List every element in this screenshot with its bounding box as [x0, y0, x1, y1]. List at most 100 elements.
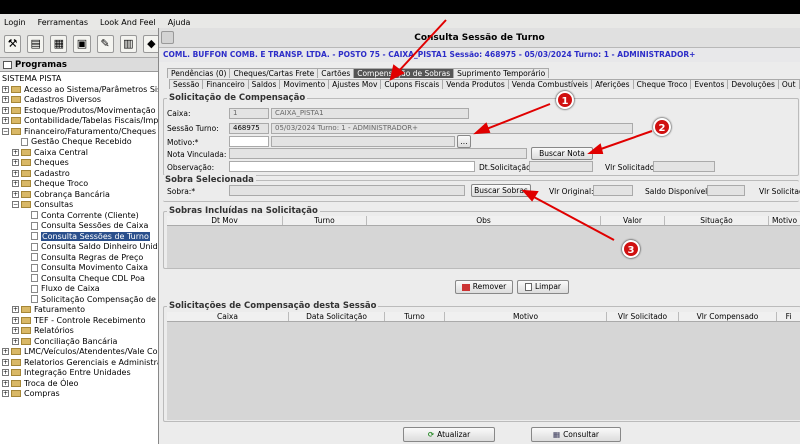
- column-header[interactable]: Vlr Solicitado: [607, 312, 679, 321]
- atualizar-button[interactable]: ⟳ Atualizar: [403, 427, 495, 442]
- expand-icon[interactable]: +: [2, 106, 9, 114]
- column-header[interactable]: Motivo: [445, 312, 607, 321]
- expand-icon[interactable]: +: [12, 316, 19, 324]
- tree-item[interactable]: + Integração Entre Unidades: [0, 368, 159, 379]
- expand-icon[interactable]: +: [12, 337, 19, 345]
- tab[interactable]: Venda Produtos: [442, 79, 509, 89]
- observacao-input[interactable]: [229, 161, 475, 172]
- tree-item[interactable]: Consulta Regras de Preço: [0, 252, 159, 263]
- expand-icon[interactable]: +: [2, 358, 9, 366]
- expand-icon[interactable]: +: [2, 369, 9, 377]
- expand-icon[interactable]: +: [12, 148, 19, 156]
- tab[interactable]: Aferições: [591, 79, 634, 89]
- column-header[interactable]: Fi: [777, 312, 800, 321]
- remover-button[interactable]: Remover: [455, 280, 513, 294]
- tab[interactable]: Eventos: [690, 79, 729, 89]
- column-header[interactable]: Vlr Compensado: [679, 312, 777, 321]
- motivo-code-input[interactable]: [229, 136, 269, 147]
- tree-item[interactable]: + LMC/Veículos/Atendentes/Vale Com: [0, 347, 159, 358]
- tab[interactable]: Compensação de Sobras: [353, 68, 455, 78]
- tab[interactable]: Devoluções: [727, 79, 779, 89]
- column-header[interactable]: Turno: [283, 216, 367, 225]
- expand-icon[interactable]: +: [2, 379, 9, 387]
- buscar-sobras-button[interactable]: Buscar Sobras: [471, 184, 531, 197]
- column-header[interactable]: Motivo: [769, 216, 800, 225]
- tree-item[interactable]: Conta Corrente (Cliente): [0, 210, 159, 221]
- menu-ajuda[interactable]: Ajuda: [168, 18, 191, 27]
- tree-item[interactable]: Consulta Saldo Dinheiro Unid: [0, 242, 159, 253]
- menu-login[interactable]: Login: [4, 18, 26, 27]
- tab[interactable]: Cupons Fiscais: [380, 79, 444, 89]
- expand-icon[interactable]: +: [2, 96, 9, 104]
- tab[interactable]: Saldos: [247, 79, 281, 89]
- tab[interactable]: Suprimento Temporário: [453, 68, 550, 78]
- tree-item[interactable]: Consulta Sessões de Turno: [0, 231, 159, 242]
- tree-item[interactable]: Consulta Movimento Caixa: [0, 263, 159, 274]
- buscar-nota-button[interactable]: Buscar Nota: [531, 147, 593, 160]
- tree-item[interactable]: + Acesso ao Sistema/Parâmetros Sis: [0, 84, 159, 95]
- limpar-button[interactable]: Limpar: [517, 280, 569, 294]
- sobras-incluidas-grid[interactable]: [167, 226, 800, 268]
- tab[interactable]: Cartões: [317, 68, 355, 78]
- tree-item[interactable]: + Cheque Troco: [0, 179, 159, 190]
- column-header[interactable]: Dt Mov: [167, 216, 283, 225]
- document-icon[interactable]: ▤: [27, 34, 45, 53]
- expand-icon[interactable]: +: [2, 348, 9, 356]
- register-icon[interactable]: ▣: [73, 34, 91, 53]
- tree-item[interactable]: Consulta Cheque CDL Poa: [0, 273, 159, 284]
- expand-icon[interactable]: +: [12, 180, 19, 188]
- solicitacoes-grid[interactable]: [167, 322, 800, 420]
- tree-item[interactable]: − Consultas: [0, 200, 159, 211]
- tree-item[interactable]: + Cadastros Diversos: [0, 95, 159, 106]
- tree-item[interactable]: + Caixa Central: [0, 147, 159, 158]
- tree-item[interactable]: + Troca de Óleo: [0, 378, 159, 389]
- expand-icon[interactable]: +: [2, 390, 9, 398]
- tools-icon[interactable]: ⚒: [4, 34, 22, 53]
- tab[interactable]: Cheque Troco: [632, 79, 692, 89]
- tab[interactable]: Pendências (0): [167, 68, 231, 78]
- tab[interactable]: Ajustes Mov: [328, 79, 382, 89]
- tree-item[interactable]: + TEF - Controle Recebimento: [0, 315, 159, 326]
- tab[interactable]: Financeiro: [202, 79, 249, 89]
- tree-item[interactable]: + Cadastro: [0, 168, 159, 179]
- collapse-icon[interactable]: −: [2, 127, 9, 135]
- column-header[interactable]: Obs: [367, 216, 601, 225]
- tree-item[interactable]: + Conciliação Bancária: [0, 336, 159, 347]
- tab[interactable]: Cheques/Cartas Frete: [229, 68, 319, 78]
- close-icon[interactable]: [161, 31, 174, 44]
- tree-item[interactable]: Solicitação Compensação de: [0, 294, 159, 305]
- tab[interactable]: Out: [777, 79, 800, 89]
- collapse-icon[interactable]: −: [12, 201, 19, 209]
- tree-item[interactable]: + Faturamento: [0, 305, 159, 316]
- menu-look-and-feel[interactable]: Look And Feel: [100, 18, 156, 27]
- expand-icon[interactable]: +: [12, 327, 19, 335]
- tree-item[interactable]: + Estoque/Produtos/Movimentação: [0, 105, 159, 116]
- expand-icon[interactable]: +: [2, 85, 9, 93]
- tree-item[interactable]: Fluxo de Caixa: [0, 284, 159, 295]
- report-icon[interactable]: ✎: [96, 34, 114, 53]
- motivo-lookup-button[interactable]: ...: [457, 135, 471, 148]
- column-header[interactable]: Valor: [601, 216, 665, 225]
- tree-item[interactable]: + Cheques: [0, 158, 159, 169]
- menu-ferramentas[interactable]: Ferramentas: [38, 18, 88, 27]
- calculator-icon[interactable]: ▦: [50, 34, 68, 53]
- expand-icon[interactable]: +: [12, 169, 19, 177]
- chart-icon[interactable]: ▥: [119, 34, 137, 53]
- tree-item[interactable]: + Contabilidade/Tabelas Fiscais/Impor: [0, 116, 159, 127]
- tree-item[interactable]: Consulta Sessões de Caixa: [0, 221, 159, 232]
- tab[interactable]: Venda Combustíveis: [507, 79, 593, 89]
- tree-item[interactable]: + Cobrança Bancária: [0, 189, 159, 200]
- expand-icon[interactable]: +: [12, 159, 19, 167]
- column-header[interactable]: Turno: [385, 312, 445, 321]
- column-header[interactable]: Data Solicitação: [289, 312, 385, 321]
- consultar-button[interactable]: ▦ Consultar: [531, 427, 621, 442]
- tree-item[interactable]: + Relatorios Gerenciais e Administrat: [0, 357, 159, 368]
- tree-item[interactable]: Gestão Cheque Recebido: [0, 137, 159, 148]
- tree-item[interactable]: + Relatórios: [0, 326, 159, 337]
- tab[interactable]: Sessão: [169, 79, 204, 89]
- expand-icon[interactable]: +: [12, 306, 19, 314]
- tree-item[interactable]: − Financeiro/Faturamento/Cheques: [0, 126, 159, 137]
- column-header[interactable]: Situação: [665, 216, 769, 225]
- expand-icon[interactable]: +: [2, 117, 9, 125]
- tree-item[interactable]: + Compras: [0, 389, 159, 400]
